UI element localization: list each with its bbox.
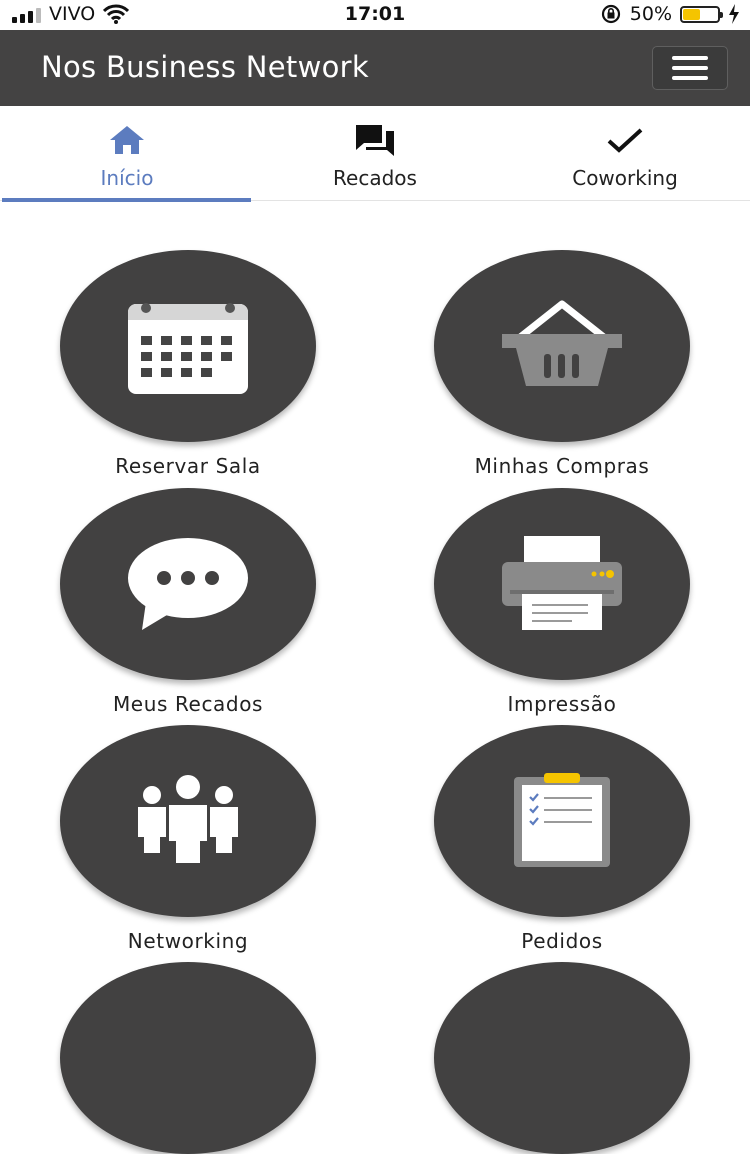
calendar-icon [128, 303, 248, 394]
reservar-sala-button[interactable]: Reservar Sala [38, 250, 338, 478]
clipboard-checklist-icon [514, 773, 610, 867]
rotation-lock-icon [601, 4, 620, 24]
tile-label: Meus Recados [112, 692, 264, 716]
printer-icon [502, 536, 622, 630]
battery-percent: 50% [629, 3, 672, 25]
app-title: Nos Business Network [41, 50, 369, 84]
people-icon [138, 775, 238, 863]
tab-label: Coworking [572, 166, 678, 190]
more-option-button[interactable] [412, 962, 712, 1154]
minhas-compras-button[interactable]: Minhas Compras [412, 250, 712, 478]
tile-label: Pedidos [521, 929, 603, 953]
tile-label: Minhas Compras [474, 454, 650, 478]
status-right: 50% [600, 3, 740, 25]
hamburger-menu-icon [672, 56, 708, 60]
tile-label: Networking [127, 929, 249, 953]
tab-coworking[interactable]: Coworking [500, 106, 750, 199]
status-bar: VIVO 17:01 50% [0, 0, 750, 30]
menu-button[interactable] [652, 46, 728, 90]
tile-label: Impressão [507, 692, 617, 716]
meus-recados-button[interactable]: Meus Recados [38, 488, 338, 716]
chat-bubbles-icon [356, 125, 394, 156]
tab-inicio[interactable]: Início [2, 106, 252, 199]
tab-recados[interactable]: Recados [250, 106, 500, 199]
more-option-button[interactable] [38, 962, 338, 1154]
impressao-button[interactable]: Impressão [412, 488, 712, 716]
home-icon [110, 126, 144, 154]
charging-bolt-icon [729, 4, 739, 24]
tile-label: Reservar Sala [115, 454, 261, 478]
battery-level [683, 8, 700, 20]
tab-label: Recados [333, 166, 417, 190]
tab-label: Início [100, 166, 154, 190]
speech-bubble-icon [128, 538, 248, 630]
shopping-basket-icon [502, 300, 622, 386]
active-tab-indicator [2, 198, 251, 202]
tab-bar: Início Recados Coworking [0, 106, 750, 202]
app-header: Nos Business Network [0, 30, 750, 106]
battery-icon [680, 5, 723, 23]
pedidos-button[interactable]: Pedidos [412, 725, 712, 953]
checkmark-icon [607, 128, 643, 153]
networking-button[interactable]: Networking [38, 725, 338, 953]
